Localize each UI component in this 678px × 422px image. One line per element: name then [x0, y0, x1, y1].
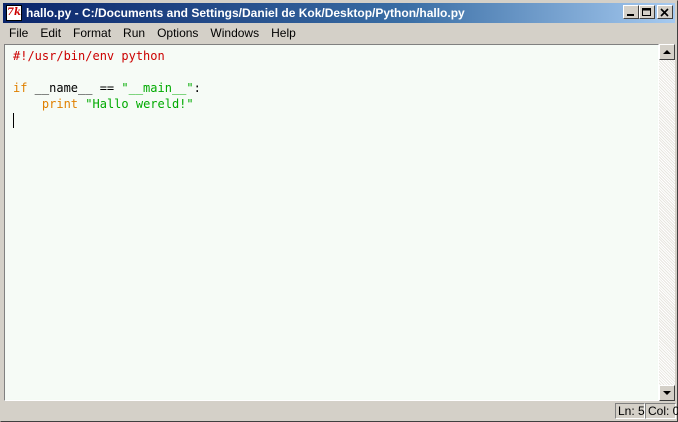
- status-bar: Ln: 5 Col: 0: [3, 402, 678, 420]
- editor-frame: #!/usr/bin/env python if __name__ == "__m…: [4, 44, 659, 401]
- tk-feather-icon[interactable]: 7k: [6, 5, 22, 21]
- code-token-plain: __name__ ==: [27, 81, 122, 95]
- code-token-string: "__main__": [121, 81, 194, 95]
- maximize-icon: [642, 8, 651, 16]
- arrow-down-icon: [663, 391, 671, 395]
- text-caret: [13, 113, 14, 128]
- code-line: print "Hallo wereld!": [13, 96, 657, 112]
- code-editor[interactable]: #!/usr/bin/env python if __name__ == "__m…: [6, 46, 657, 399]
- window-title: hallo.py - C:/Documents and Settings/Dan…: [26, 6, 465, 20]
- scroll-track[interactable]: [659, 60, 675, 385]
- close-icon: [660, 8, 669, 17]
- caption-buttons: [623, 5, 673, 19]
- menu-bar: File Edit Format Run Options Windows Hel…: [3, 24, 675, 43]
- menu-run[interactable]: Run: [117, 25, 151, 42]
- status-column-number: Col: 0: [645, 403, 678, 419]
- arrow-up-icon: [663, 50, 671, 54]
- code-line: [13, 112, 657, 128]
- code-token-keyword: print: [41, 97, 79, 111]
- scroll-down-button[interactable]: [659, 385, 675, 401]
- menu-format[interactable]: Format: [67, 25, 117, 42]
- menu-options[interactable]: Options: [151, 25, 204, 42]
- code-line: #!/usr/bin/env python: [13, 48, 657, 64]
- status-line-number: Ln: 5: [615, 403, 645, 419]
- vertical-scrollbar[interactable]: [659, 44, 675, 401]
- menu-file[interactable]: File: [3, 25, 34, 42]
- minimize-button[interactable]: [623, 5, 639, 19]
- code-token-plain: :: [193, 81, 201, 95]
- title-bar[interactable]: 7k hallo.py - C:/Documents and Settings/…: [3, 3, 675, 23]
- code-line: if __name__ == "__main__":: [13, 80, 657, 96]
- menu-help[interactable]: Help: [265, 25, 302, 42]
- code-token-comment: #!/usr/bin/env python: [13, 49, 165, 63]
- minimize-icon: [627, 14, 634, 16]
- scroll-up-button[interactable]: [659, 44, 675, 60]
- code-token-string: "Hallo wereld!": [85, 97, 194, 111]
- menu-windows[interactable]: Windows: [204, 25, 265, 42]
- maximize-button[interactable]: [639, 5, 655, 19]
- close-button[interactable]: [657, 5, 673, 19]
- idle-editor-window: 7k hallo.py - C:/Documents and Settings/…: [0, 0, 678, 422]
- code-token-keyword: if: [13, 81, 28, 95]
- menu-edit[interactable]: Edit: [34, 25, 67, 42]
